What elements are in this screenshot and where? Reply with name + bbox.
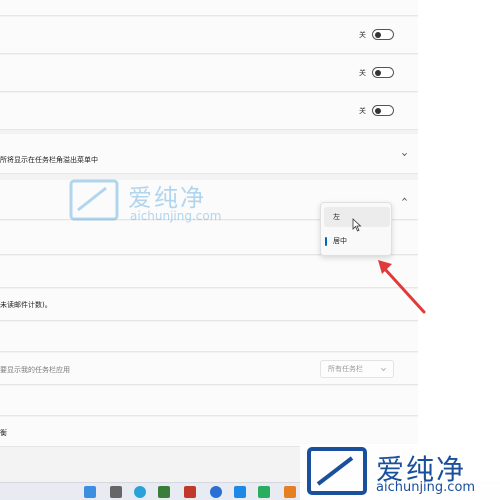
setting-row-2[interactable]: 关: [0, 55, 418, 92]
toggle-switch-3[interactable]: [372, 105, 394, 116]
corner-logo: 爱纯净 aichunjing.com: [300, 444, 500, 500]
watermark: 爱纯净 aichunjing.com: [68, 178, 238, 228]
app-icon[interactable]: [158, 486, 170, 498]
toggle-knob: [375, 69, 381, 76]
mouse-cursor-icon: [352, 218, 362, 232]
overflow-description: 所将显示在任务栏角溢出菜单中: [0, 156, 98, 164]
task-view-icon[interactable]: [110, 486, 122, 498]
toggle-switch-2[interactable]: [372, 67, 394, 78]
toggle-group-3[interactable]: 关: [359, 105, 394, 116]
toggle-state-label: 关: [359, 68, 366, 77]
wechat-icon[interactable]: [258, 486, 270, 498]
toggle-group-1[interactable]: 关: [359, 29, 394, 40]
toggle-group-2[interactable]: 关: [359, 67, 394, 78]
setting-row-share[interactable]: [0, 386, 418, 416]
toggle-switch-1[interactable]: [372, 29, 394, 40]
windows-start-icon[interactable]: [84, 486, 96, 498]
edge-icon[interactable]: [234, 486, 246, 498]
toggle-state-label: 关: [359, 106, 366, 115]
multi-monitor-row[interactable]: 要显示我的任务栏应用 所有任务栏: [0, 353, 418, 385]
multi-monitor-description: 要显示我的任务栏应用: [0, 366, 70, 374]
overflow-section-header[interactable]: 所将显示在任务栏角溢出菜单中: [0, 134, 418, 174]
watermark-text-en: aichunjing.com: [130, 209, 222, 223]
option-label: 居中: [333, 237, 347, 245]
setting-row-1[interactable]: 关: [0, 17, 418, 54]
chevron-down-icon: [381, 367, 386, 372]
watermark-text-cn: 爱纯净: [128, 184, 206, 212]
corner-logo-icon: [307, 447, 367, 495]
app-icon[interactable]: [284, 486, 296, 498]
setting-row-3[interactable]: 关: [0, 93, 418, 130]
setting-card-top: [0, 0, 418, 16]
alignment-option-center[interactable]: 居中: [324, 231, 390, 251]
watermark-logo-icon: [69, 179, 119, 221]
corner-logo-text-en: aichunjing.com: [376, 480, 476, 495]
selected-indicator: [325, 237, 327, 246]
last-row-text: 衡: [0, 429, 7, 437]
badges-row[interactable]: 未读邮件计数)。: [0, 289, 418, 321]
right-pane: [418, 0, 500, 500]
option-label: 左: [333, 213, 340, 221]
unread-badge-description: 未读邮件计数)。: [0, 301, 52, 309]
tool-icon[interactable]: [184, 486, 196, 498]
chevron-down-icon[interactable]: [401, 151, 408, 158]
edge-icon[interactable]: [134, 486, 146, 498]
toggle-state-label: 关: [359, 30, 366, 39]
toggle-knob: [375, 31, 381, 38]
multi-monitor-select[interactable]: 所有任务栏: [320, 360, 394, 378]
setting-row-last[interactable]: 衡: [0, 417, 418, 447]
chevron-up-icon[interactable]: [401, 196, 408, 203]
red-arrow-annotation-icon: [378, 260, 426, 314]
select-value: 所有任务栏: [328, 365, 363, 373]
app-icon[interactable]: [210, 486, 222, 498]
toggle-knob: [375, 107, 381, 114]
setting-row-flash[interactable]: [0, 322, 418, 352]
setting-row-hide[interactable]: [0, 256, 418, 288]
